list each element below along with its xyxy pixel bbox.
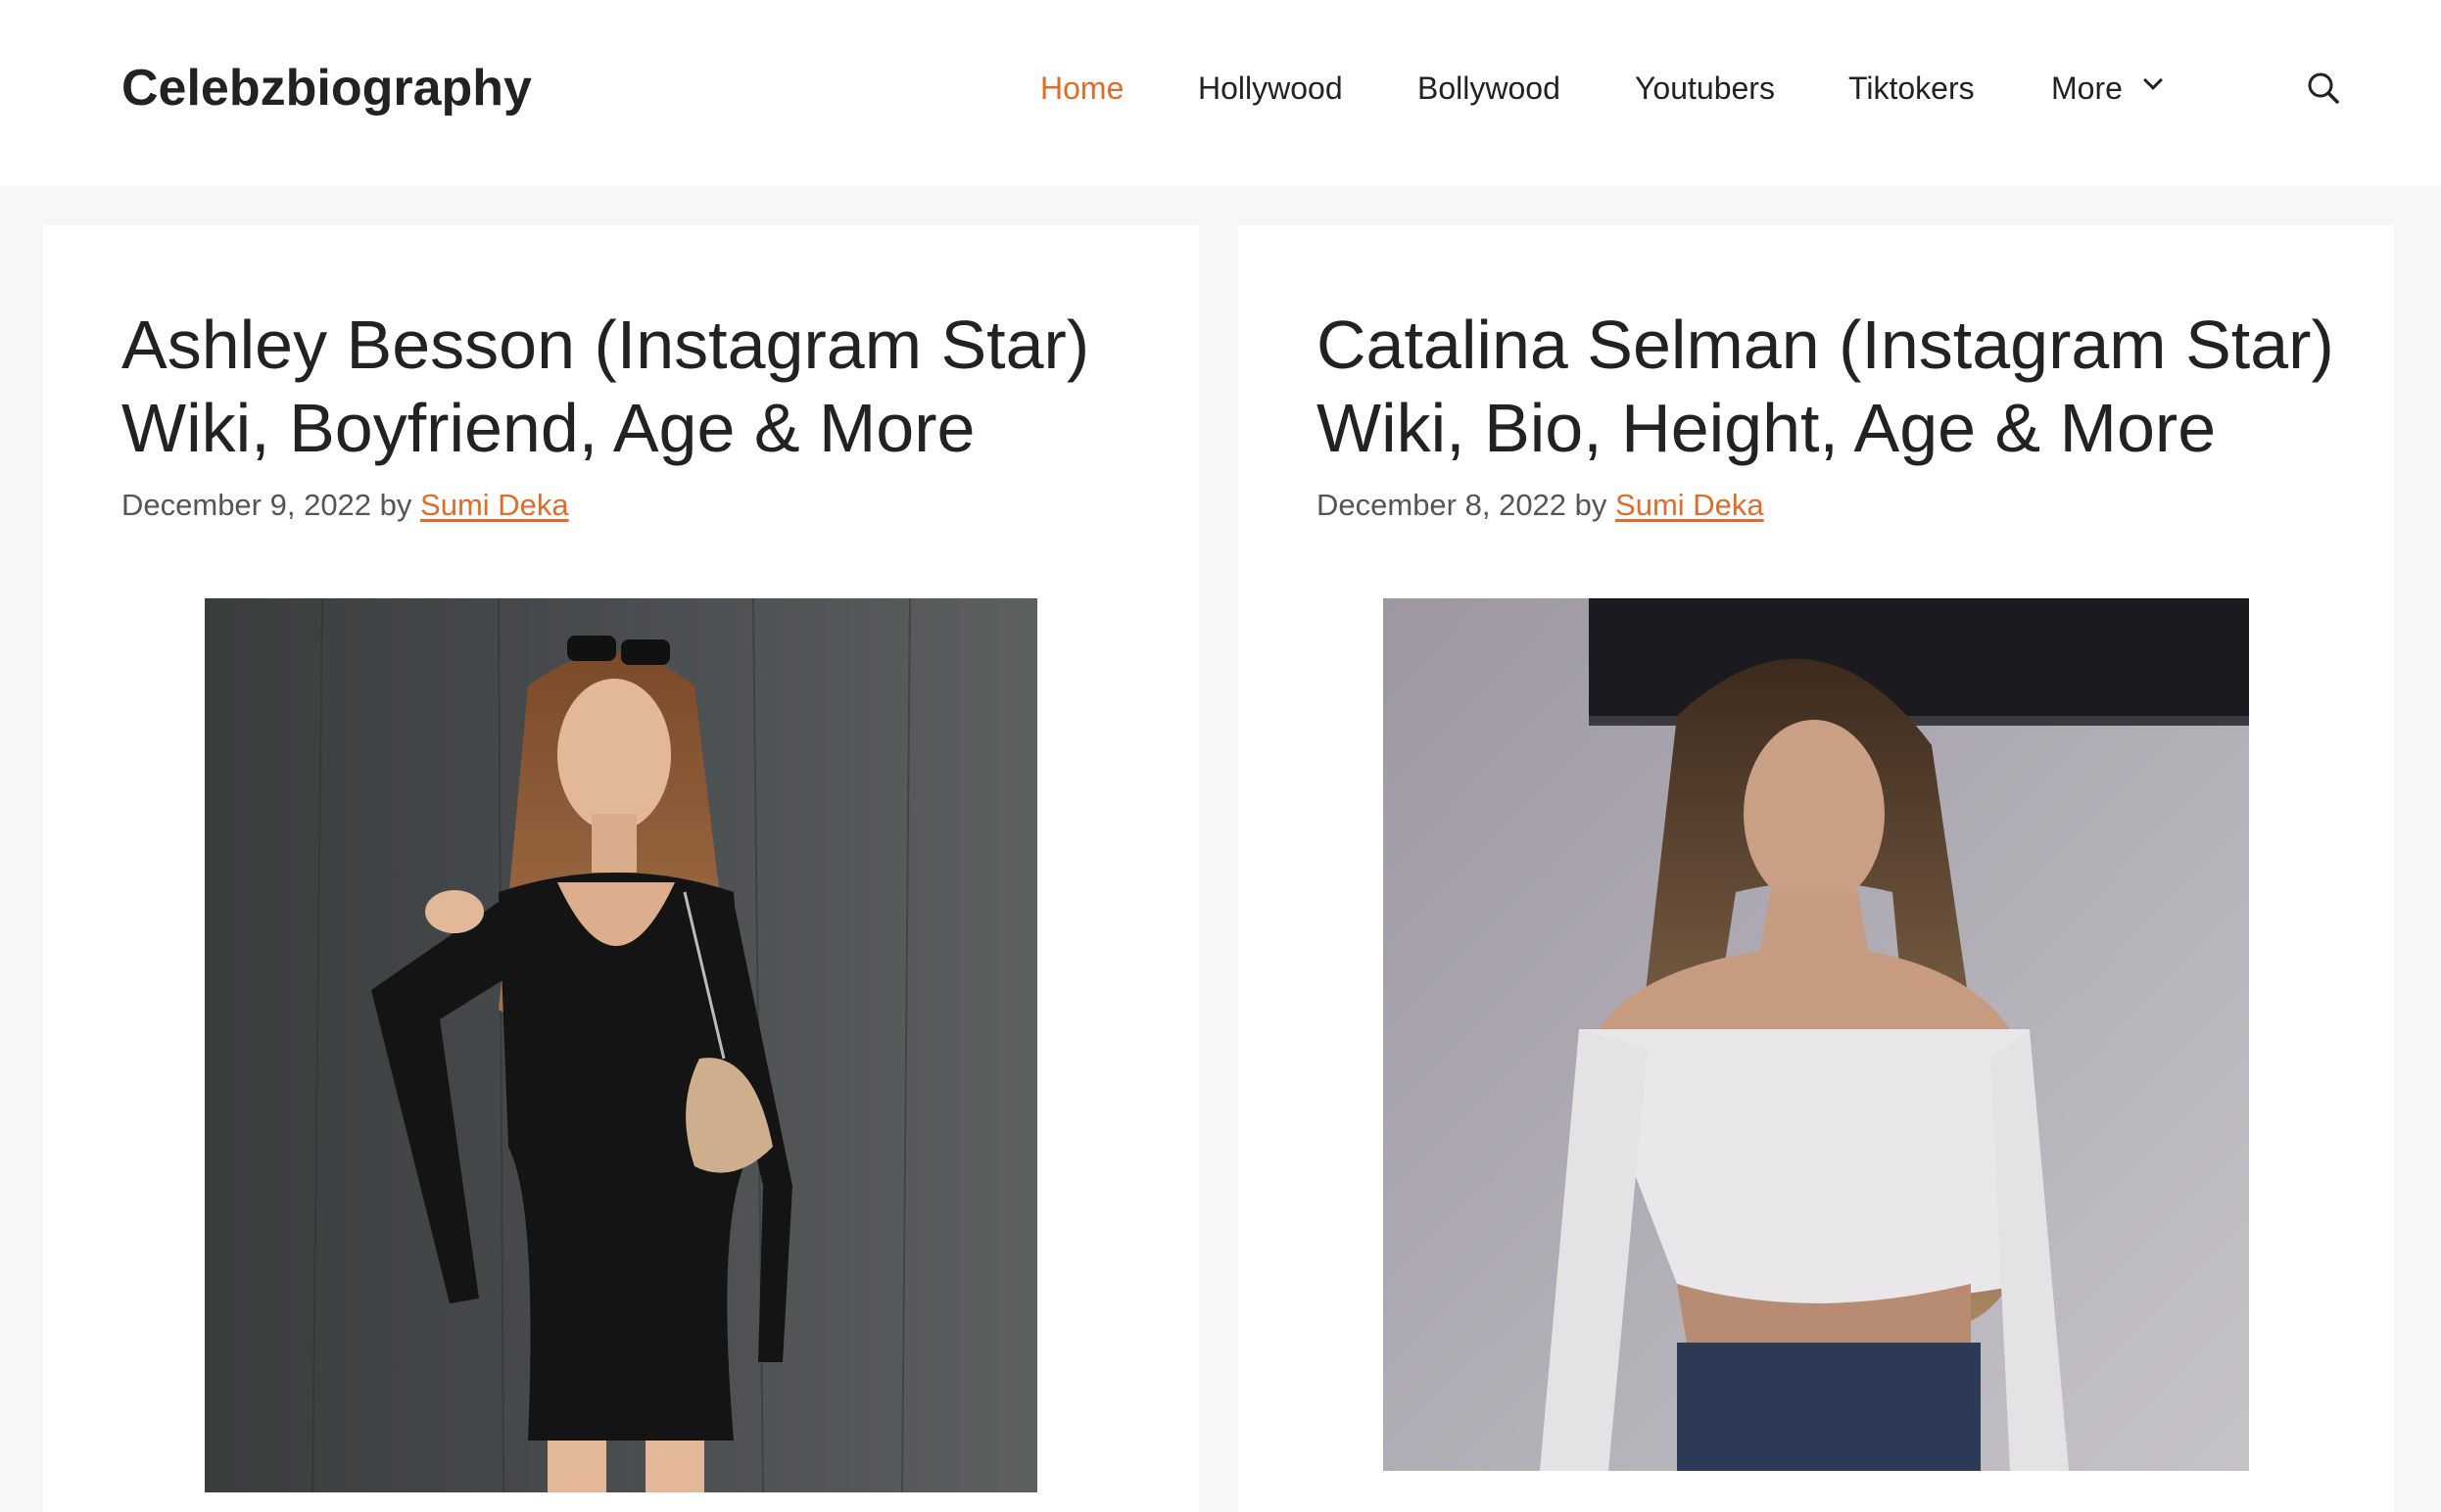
post-card: Ashley Besson (Instagram Star) Wiki, Boy… (43, 225, 1199, 1512)
post-by-label: by (379, 488, 412, 522)
post-title-line: Wiki, Bio, Height, Age & More (1316, 390, 2217, 466)
nav-item-hollywood[interactable]: Hollywood (1198, 59, 1343, 118)
post-date: December 8, 2022 (1316, 488, 1567, 522)
nav-item-tiktokers[interactable]: Tiktokers (1848, 59, 1975, 118)
author-link[interactable]: Sumi Deka (420, 488, 569, 522)
site-title-link[interactable]: Celebzbiography (121, 57, 532, 119)
chevron-down-icon (2143, 71, 2163, 90)
post-date: December 9, 2022 (121, 488, 372, 522)
post-thumbnail-image (1383, 598, 2249, 1471)
search-button[interactable] (2304, 69, 2343, 108)
main-navigation: Home Hollywood Bollywood Youtubers Tikto… (1040, 59, 2441, 118)
post-title-link[interactable]: Ashley Besson (Instagram Star) Wiki, Boy… (121, 304, 1160, 470)
nav-item-more-label: More (2051, 71, 2123, 106)
nav-item-youtubers[interactable]: Youtubers (1635, 59, 1775, 118)
post-by-label: by (1574, 488, 1607, 522)
nav-item-home[interactable]: Home (1040, 59, 1124, 118)
post-title-link[interactable]: Catalina Selman (Instagram Star) Wiki, B… (1316, 304, 2355, 470)
site-header: Celebzbiography Home Hollywood Bollywood… (0, 0, 2441, 186)
search-icon (2308, 72, 2339, 104)
post-meta: December 9, 2022 by Sumi Deka (121, 486, 569, 525)
post-title-line: Catalina Selman (Instagram Star) (1316, 307, 2334, 383)
post-thumbnail[interactable] (1383, 598, 2249, 1471)
post-thumbnail-image (205, 598, 1037, 1492)
post-meta: December 8, 2022 by Sumi Deka (1316, 486, 1764, 525)
post-thumbnail[interactable] (205, 598, 1037, 1492)
nav-item-more[interactable]: More (2051, 59, 2169, 118)
post-title-line: Ashley Besson (Instagram Star) (121, 307, 1090, 383)
nav-item-bollywood[interactable]: Bollywood (1417, 59, 1560, 118)
post-title-line: Wiki, Boyfriend, Age & More (121, 390, 976, 466)
post-card: Catalina Selman (Instagram Star) Wiki, B… (1238, 225, 2394, 1512)
author-link[interactable]: Sumi Deka (1615, 488, 1764, 522)
